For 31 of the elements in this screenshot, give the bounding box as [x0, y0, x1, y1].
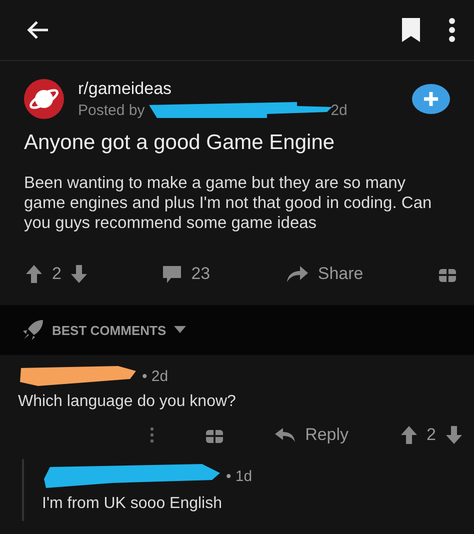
downvote-icon[interactable] [71, 265, 88, 283]
gift-icon[interactable] [438, 266, 456, 282]
reply-button[interactable]: Reply [275, 425, 349, 445]
downvote-icon[interactable] [446, 426, 462, 444]
share-arrow-icon [286, 266, 308, 282]
gift-icon[interactable] [206, 427, 224, 443]
bookmark-icon[interactable] [400, 17, 422, 43]
comment-text: Which language do you know? [18, 393, 237, 411]
comment-icon[interactable] [163, 266, 182, 282]
posted-by-label: Posted by [78, 102, 145, 118]
upvote-icon[interactable] [26, 265, 42, 283]
upvote-icon[interactable] [400, 426, 417, 444]
share-button[interactable]: Share [286, 264, 364, 284]
vote-score: 2 [52, 264, 62, 284]
back-arrow-icon[interactable] [26, 19, 50, 41]
comment-count: 23 [191, 264, 210, 284]
planet-icon[interactable] [24, 79, 64, 119]
more-options-icon[interactable] [448, 17, 456, 43]
subreddit-name[interactable]: r/gameideas [78, 79, 348, 99]
join-plus-icon[interactable] [412, 84, 450, 114]
post-age: 2d [330, 102, 348, 118]
post-body: Been wanting to make a game but they are so many game engines and plus I'm not that good in coding. Can you guys recommend some game ideas [24, 173, 433, 233]
caret-icon [174, 326, 186, 334]
post-title: Anyone got a good Game Engine [24, 131, 336, 155]
sort-dropdown[interactable]: BEST COMMENTS [22, 319, 186, 341]
vote-score: 2 [426, 425, 436, 445]
comment-text: I'm from UK sooo English [42, 495, 224, 513]
comment-age: • 1d [226, 468, 252, 484]
comment-age: • 2d [142, 368, 168, 384]
reply-arrow-icon [275, 428, 296, 442]
rocket-icon [22, 319, 44, 341]
